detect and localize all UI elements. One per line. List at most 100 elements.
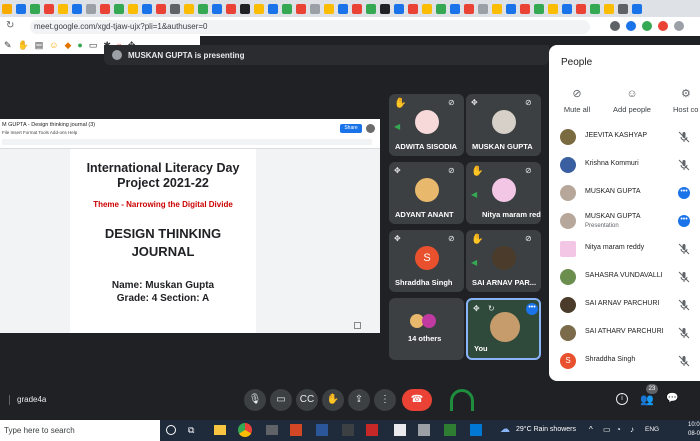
browser-tab-favicon[interactable] xyxy=(450,3,460,14)
docs-menu[interactable]: File Insert Format Tools Add-ons Help xyxy=(2,130,77,135)
browser-tab-favicon[interactable] xyxy=(212,3,222,14)
browser-tab-favicon[interactable] xyxy=(58,3,68,14)
browser-tab-favicon[interactable] xyxy=(142,3,152,14)
browser-tab-favicon[interactable] xyxy=(72,3,82,14)
browser-tab-favicon[interactable] xyxy=(240,3,250,14)
browser-tab-favicon[interactable] xyxy=(170,3,180,14)
browser-tab-favicon[interactable] xyxy=(30,3,40,14)
present-button[interactable]: ⇪ xyxy=(348,389,370,411)
browser-tab-favicon[interactable] xyxy=(310,3,320,14)
powerpoint-icon[interactable] xyxy=(290,424,302,436)
chrome-icon[interactable] xyxy=(238,423,252,437)
task-view-icon[interactable]: ⧉ xyxy=(188,425,194,436)
eraser-icon[interactable]: ▭ xyxy=(89,40,98,51)
others-tile[interactable]: 14 others xyxy=(389,298,464,360)
browser-tab-favicon[interactable] xyxy=(576,3,586,14)
browser-tab-favicon[interactable] xyxy=(590,3,600,14)
browser-tab-favicon[interactable] xyxy=(506,3,516,14)
mute-all-button[interactable]: ⊘ Mute all xyxy=(559,87,595,114)
browser-tab-favicon[interactable] xyxy=(338,3,348,14)
shape-icon[interactable]: ◆ xyxy=(64,40,71,51)
app-icon[interactable] xyxy=(470,424,482,436)
app-icon[interactable] xyxy=(342,424,354,436)
browser-tab-favicon[interactable] xyxy=(44,3,54,14)
mic-off-icon[interactable] xyxy=(678,355,690,367)
browser-tab-favicon[interactable] xyxy=(282,3,292,14)
participant-row[interactable]: SAHASRA VUNDAVALLI xyxy=(549,263,700,291)
pin-icon[interactable]: ✥ xyxy=(473,304,480,313)
more-options-icon[interactable]: ••• xyxy=(678,187,690,199)
reload-icon[interactable]: ↻ xyxy=(6,20,14,31)
participant-row[interactable]: Nitya maram reddy xyxy=(549,235,700,263)
mic-off-icon[interactable] xyxy=(678,271,690,283)
browser-tab-favicon[interactable] xyxy=(492,3,502,14)
word-icon[interactable] xyxy=(316,424,328,436)
browser-tab-favicon[interactable] xyxy=(436,3,446,14)
taskbar-search[interactable]: Type here to search xyxy=(0,420,160,441)
leave-call-button[interactable]: ☎ xyxy=(402,389,432,411)
weather-icon[interactable]: ☁ xyxy=(500,424,510,435)
browser-tab-favicon[interactable] xyxy=(226,3,236,14)
browser-tab-favicon[interactable] xyxy=(520,3,530,14)
browser-tab-favicon[interactable] xyxy=(128,3,138,14)
browser-tab-favicon[interactable] xyxy=(184,3,194,14)
hand-icon[interactable]: ✋ xyxy=(18,40,29,51)
browser-tab-favicon[interactable] xyxy=(268,3,278,14)
chat-icon[interactable]: ● xyxy=(77,40,82,50)
mic-off-icon[interactable] xyxy=(678,131,690,143)
mic-off-icon[interactable] xyxy=(678,243,690,255)
browser-tab-favicon[interactable] xyxy=(2,3,12,14)
info-icon[interactable]: i xyxy=(616,393,628,405)
browser-tab-favicon[interactable] xyxy=(86,3,96,14)
browser-tab-strip[interactable] xyxy=(0,0,700,17)
participant-row[interactable]: SAI ARNAV PARCHURI xyxy=(549,291,700,319)
browser-tab-favicon[interactable] xyxy=(422,3,432,14)
text-icon[interactable]: ▤ xyxy=(35,40,44,51)
browser-tab-favicon[interactable] xyxy=(618,3,628,14)
mic-off-icon[interactable] xyxy=(678,327,690,339)
participant-row[interactable]: JEEVITA KASHYAP xyxy=(549,123,700,151)
app-icon[interactable] xyxy=(444,424,456,436)
docs-scroll-icon[interactable] xyxy=(354,322,361,329)
app-icon[interactable] xyxy=(418,424,430,436)
browser-tab-favicon[interactable] xyxy=(562,3,572,14)
browser-tab-favicon[interactable] xyxy=(604,3,614,14)
clock-time[interactable]: 10:0 xyxy=(688,422,700,428)
user-avatar[interactable] xyxy=(366,124,375,133)
pin-icon[interactable]: ✥ xyxy=(471,98,478,107)
url-field[interactable]: meet.google.com/xgd-tjaw-ujx?pli=1&authu… xyxy=(30,19,590,34)
microphone-button[interactable]: 🎙 xyxy=(244,389,266,411)
browser-tab-favicon[interactable] xyxy=(534,3,544,14)
browser-tab-favicon[interactable] xyxy=(352,3,362,14)
pen-icon[interactable]: ✎ xyxy=(4,40,12,51)
browser-tab-favicon[interactable] xyxy=(366,3,376,14)
weather-text[interactable]: 29°C Rain showers xyxy=(516,426,576,433)
language-indicator[interactable]: ENG xyxy=(645,426,659,433)
browser-tab-favicon[interactable] xyxy=(464,3,474,14)
browser-tab-favicon[interactable] xyxy=(324,3,334,14)
participant-tile[interactable]: ✥ ⊘ S Shraddha Singh xyxy=(389,230,464,292)
docs-toolbar[interactable] xyxy=(2,139,372,145)
volume-icon[interactable]: ♪ xyxy=(630,425,634,434)
mic-off-icon[interactable] xyxy=(678,159,690,171)
participant-tile[interactable]: ✋ ◀ ⊘ ADWITA SISODIA xyxy=(389,94,464,156)
pin-icon[interactable]: ✥ xyxy=(394,234,401,243)
participant-tile[interactable]: ✋ ◀ ⊘ Nitya maram red... xyxy=(466,162,541,224)
participant-row[interactable]: MUSKAN GUPTA Presentation ••• xyxy=(549,207,700,235)
participant-row[interactable]: SAI ATHARV PARCHURI xyxy=(549,319,700,347)
clock-date[interactable]: 08-0 xyxy=(688,431,700,437)
app-icon[interactable] xyxy=(394,424,406,436)
tray-chevron-icon[interactable]: ^ xyxy=(589,425,593,434)
camera-button[interactable]: ▭ xyxy=(270,389,292,411)
browser-tab-favicon[interactable] xyxy=(632,3,642,14)
cortana-icon[interactable] xyxy=(166,425,176,435)
captions-button[interactable]: CC xyxy=(296,389,318,411)
participant-tile[interactable]: ✥ ⊘ MUSKAN GUPTA xyxy=(466,94,541,156)
browser-tab-favicon[interactable] xyxy=(156,3,166,14)
browser-tab-favicon[interactable] xyxy=(100,3,110,14)
more-options-icon[interactable]: ••• xyxy=(526,303,538,315)
emoji-icon[interactable]: ☺ xyxy=(49,40,58,50)
wifi-icon[interactable]: ◔ xyxy=(616,425,621,434)
browser-tab-favicon[interactable] xyxy=(478,3,488,14)
browser-tab-favicon[interactable] xyxy=(114,3,124,14)
